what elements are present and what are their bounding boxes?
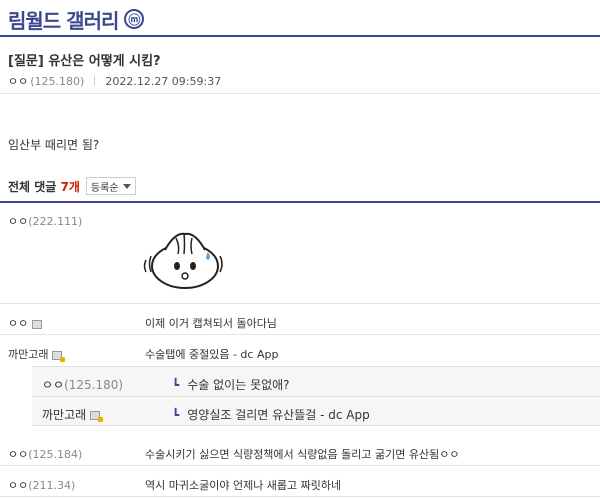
reply-arrow-icon: ┗ <box>172 408 180 422</box>
reply-text: ┗ 수술 없이는 못없애? <box>172 378 290 392</box>
reply-arrow-icon: ┗ <box>172 378 180 392</box>
comment-row: ㅇㅇ(222.111) <box>0 203 600 304</box>
post-title: [질문] 유산은 어떻게 시킴? <box>8 54 161 69</box>
gallery-title[interactable]: 림월드 갤러리 <box>8 5 119 34</box>
member-badge-icon <box>32 319 43 329</box>
reply-row: ㅇㅇ(125.180) ┗ 수술 없이는 못없애? <box>32 366 600 396</box>
gallery-header: 림월드 갤러리 ⓜ <box>8 4 145 34</box>
comment-count: 7개 <box>60 179 80 194</box>
comment-row: ㅇㅇ(125.184) 수술시키기 싫으면 식량정책에서 식량없음 돌리고 굶기… <box>0 436 600 466</box>
dumpling-sticker-icon <box>143 232 223 289</box>
comment-total-label: 전체 댓글 7개 <box>8 179 80 194</box>
comment-author[interactable]: ㅇㅇ(222.111) <box>8 213 82 229</box>
fixed-nick-badge-icon <box>90 411 104 422</box>
comment-text: 역시 마귀소굴이야 언제나 새롭고 짜릿하네 <box>145 479 342 492</box>
comment-text: 이제 이거 캡쳐되서 돌아다님 <box>145 317 277 330</box>
comment-author[interactable]: ㅇㅇ(125.180) <box>42 376 123 393</box>
meta-divider <box>0 93 600 94</box>
header-divider <box>0 35 600 37</box>
reply-text: ┗ 영양실조 걸리면 유산뜰걸 - dc App <box>172 408 370 422</box>
comment-text: 수술탭에 중절있음 - dc App <box>145 348 279 361</box>
fixed-nick-badge-icon <box>52 350 66 362</box>
comment-row: ㅇㅇ(211.34) 역시 마귀소굴이야 언제나 새롭고 짜릿하네 <box>0 467 600 497</box>
comment-author[interactable]: ㅇㅇ(211.34) <box>8 477 75 493</box>
comment-row: 까만고래 수술탭에 중절있음 - dc App <box>0 336 600 366</box>
comment-author[interactable]: 까만고래 <box>42 406 104 423</box>
meta-separator <box>94 76 96 86</box>
minor-gallery-icon: ⓜ <box>124 9 145 29</box>
post-author-ip: (125.180) <box>30 74 85 88</box>
chevron-down-icon <box>122 183 131 189</box>
comment-author[interactable]: ㅇㅇ(125.184) <box>8 446 82 462</box>
comment-author[interactable]: 까만고래 <box>8 346 66 362</box>
post-meta: ㅇㅇ (125.180) 2022.12.27 09:59:37 <box>8 73 221 89</box>
post-body: 임산부 때리면 됨? <box>8 138 100 152</box>
comment-header: 전체 댓글 7개 등록순 <box>8 177 136 195</box>
comment-author[interactable]: ㅇㅇ <box>8 315 43 331</box>
post-date: 2022.12.27 09:59:37 <box>105 74 222 88</box>
sort-value: 등록순 <box>90 182 119 194</box>
comment-text: 수술시키기 싫으면 식량정책에서 식량없음 돌리고 굶기면 유산됨ㅇㅇ <box>145 448 460 461</box>
comment-sort-select[interactable]: 등록순 <box>85 177 136 195</box>
reply-row: 까만고래 ┗ 영양실조 걸리면 유산뜰걸 - dc App <box>32 396 600 426</box>
comment-row: ㅇㅇ 이제 이거 캡쳐되서 돌아다님 <box>0 305 600 335</box>
post-author[interactable]: ㅇㅇ <box>8 73 28 89</box>
